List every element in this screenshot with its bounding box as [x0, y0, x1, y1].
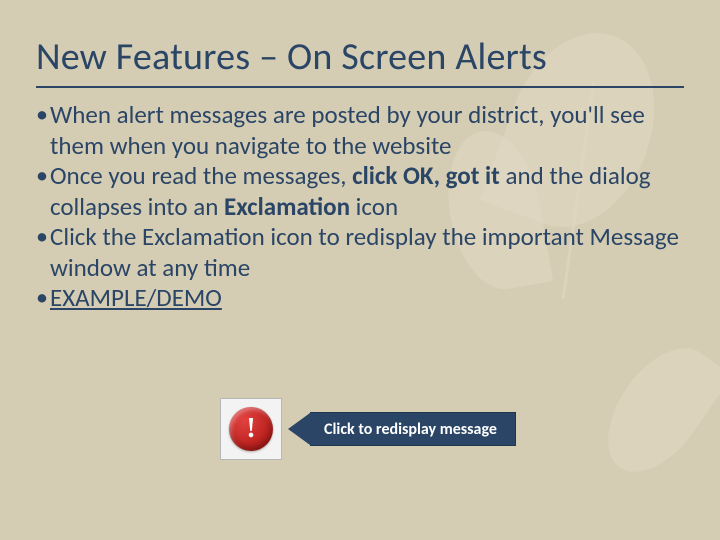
slide-content: New Features – On Screen Alerts When ale… [0, 0, 720, 342]
bullet-item: Click the Exclamation icon to redisplay … [36, 222, 684, 283]
callout-arrow: Click to redisplay message [288, 412, 516, 446]
decorative-leaf [587, 330, 720, 491]
bullet-text: When alert messages are posted by your d… [50, 99, 645, 161]
bullet-text: Once you read the messages, [50, 160, 352, 191]
bullet-bold: click OK, got it [352, 160, 500, 191]
alert-icon-box: ! [220, 398, 282, 460]
bullet-item: Once you read the messages, click OK, go… [36, 161, 684, 222]
exclamation-glyph: ! [246, 413, 255, 445]
arrow-head-icon [288, 413, 310, 445]
callout-row: ! Click to redisplay message [220, 398, 516, 460]
slide-title: New Features – On Screen Alerts [36, 34, 684, 88]
example-demo-link[interactable]: EXAMPLE/DEMO [50, 282, 222, 313]
bullet-item: EXAMPLE/DEMO [36, 283, 684, 314]
bullet-list: When alert messages are posted by your d… [36, 100, 684, 314]
exclamation-icon[interactable]: ! [229, 407, 273, 451]
bullet-item: When alert messages are posted by your d… [36, 100, 684, 161]
callout-label: Click to redisplay message [310, 412, 516, 446]
bullet-text: Click the Exclamation icon to redisplay … [50, 221, 679, 283]
bullet-text: icon [350, 191, 398, 222]
bullet-bold: Exclamation [224, 191, 350, 222]
